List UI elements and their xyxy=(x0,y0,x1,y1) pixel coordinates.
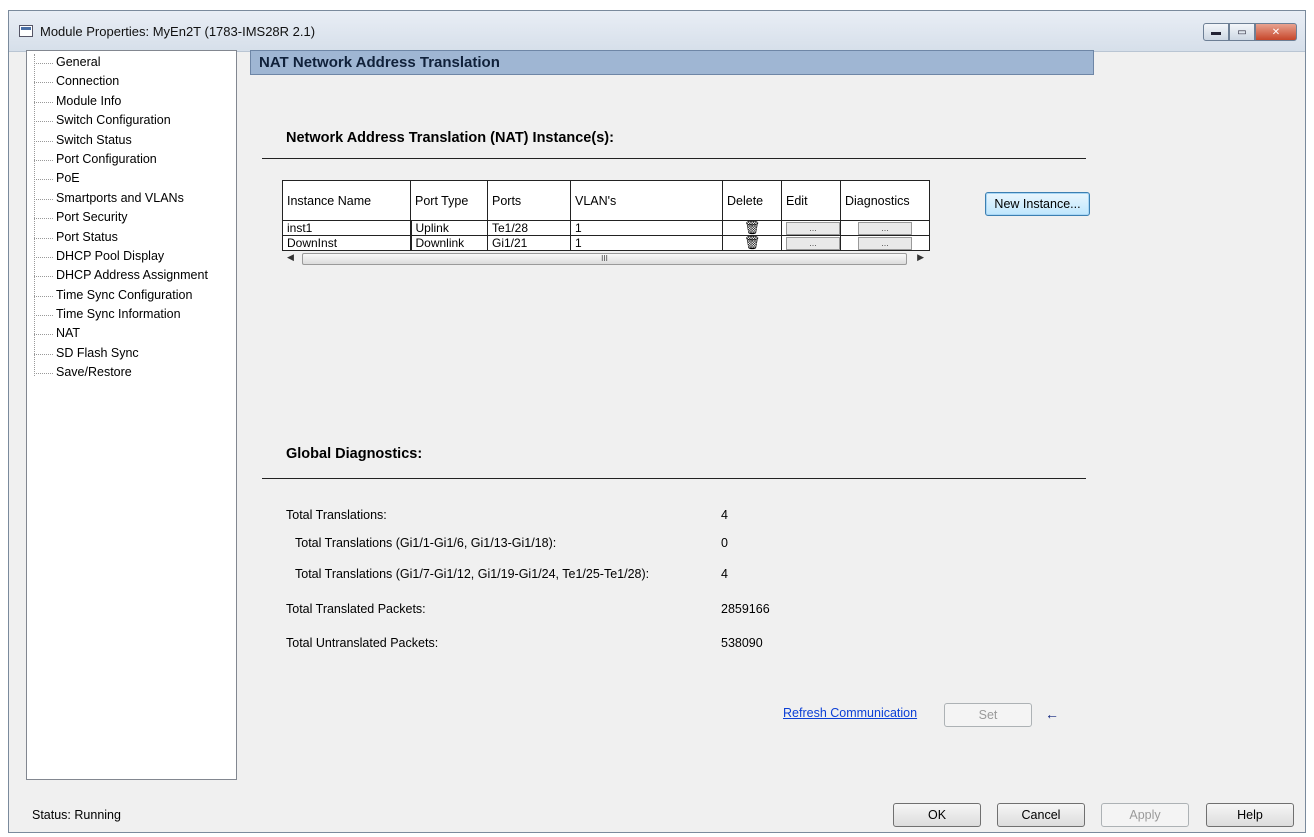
new-instance-button[interactable]: New Instance... xyxy=(985,192,1090,216)
window-app-icon xyxy=(19,25,33,37)
total-translations-group-a-label: Total Translations (Gi1/1-Gi1/6, Gi1/13-… xyxy=(295,536,557,550)
table-horizontal-scrollbar[interactable]: ◀ III ▶ xyxy=(282,251,929,267)
nat-instances-table: Instance Name Port Type Ports VLAN's Del… xyxy=(282,180,930,267)
tree-item-time-sync-information[interactable]: Time Sync Information xyxy=(27,305,236,324)
page-header: NAT Network Address Translation xyxy=(250,50,1094,75)
diagnostics-button[interactable]: ... xyxy=(858,221,912,235)
tree-item-save-restore[interactable]: Save/Restore xyxy=(27,363,236,382)
instances-divider xyxy=(262,158,1086,159)
cell-diagnostics: ... xyxy=(840,235,930,251)
tree-item-port-security[interactable]: Port Security xyxy=(27,208,236,227)
trash-icon[interactable]: 🗑 xyxy=(727,221,777,234)
untranslated-packets-value: 538090 xyxy=(721,636,763,650)
set-button[interactable]: Set xyxy=(944,703,1032,727)
status-text: Status: Running xyxy=(32,808,121,822)
tree-item-time-sync-configuration[interactable]: Time Sync Configuration xyxy=(27,286,236,305)
cell-delete: 🗑 xyxy=(722,235,782,251)
col-header-ports[interactable]: Ports xyxy=(487,180,571,221)
close-button[interactable]: ✕ xyxy=(1255,23,1297,41)
tree-item-module-info[interactable]: Module Info xyxy=(27,92,236,111)
translated-packets-value: 2859166 xyxy=(721,602,770,616)
global-diagnostics-title: Global Diagnostics: xyxy=(286,446,423,462)
tree-item-connection[interactable]: Connection xyxy=(27,72,236,91)
col-header-vlans[interactable]: VLAN's xyxy=(570,180,723,221)
category-tree: General Connection Module Info Switch Co… xyxy=(26,50,237,780)
help-button[interactable]: Help xyxy=(1206,803,1294,827)
tree-item-smartports-vlans[interactable]: Smartports and VLANs xyxy=(27,189,236,208)
tree-item-switch-status[interactable]: Switch Status xyxy=(27,131,236,150)
col-header-instance-name[interactable]: Instance Name xyxy=(282,180,411,221)
tree-item-port-configuration[interactable]: Port Configuration xyxy=(27,150,236,169)
edit-button[interactable]: ... xyxy=(786,221,840,235)
refresh-communication-link[interactable]: Refresh Communication xyxy=(783,706,917,720)
table-row[interactable]: inst1 Uplink Te1/28 1 🗑 ... ... xyxy=(282,220,930,236)
untranslated-packets-label: Total Untranslated Packets: xyxy=(286,636,439,650)
tree-item-dhcp-address-assignment[interactable]: DHCP Address Assignment xyxy=(27,266,236,285)
window-controls: ▬ ▭ ✕ xyxy=(1203,23,1297,41)
maximize-button[interactable]: ▭ xyxy=(1229,23,1255,41)
cell-port-type: Uplink xyxy=(410,220,488,236)
instances-section-title: Network Address Translation (NAT) Instan… xyxy=(286,130,614,146)
total-translations-label: Total Translations: xyxy=(286,508,387,522)
trash-icon[interactable]: 🗑 xyxy=(727,236,777,249)
tree-item-dhcp-pool-display[interactable]: DHCP Pool Display xyxy=(27,247,236,266)
ok-button[interactable]: OK xyxy=(893,803,981,827)
cell-ports: Te1/28 xyxy=(487,220,571,236)
cell-port-type: Downlink xyxy=(410,235,488,251)
tree-item-general[interactable]: General xyxy=(27,53,236,72)
minimize-button[interactable]: ▬ xyxy=(1203,23,1229,41)
tree-item-port-status[interactable]: Port Status xyxy=(27,228,236,247)
diagnostics-button[interactable]: ... xyxy=(858,236,912,250)
cell-diagnostics: ... xyxy=(840,220,930,236)
global-diagnostics-divider xyxy=(262,478,1086,479)
cell-edit: ... xyxy=(781,220,841,236)
title-bar: Module Properties: MyEn2T (1783-IMS28R 2… xyxy=(9,11,1305,52)
tree-item-poe[interactable]: PoE xyxy=(27,169,236,188)
cell-instance-name[interactable]: DownInst xyxy=(282,235,412,251)
cell-ports: Gi1/21 xyxy=(487,235,571,251)
cancel-button[interactable]: Cancel xyxy=(997,803,1085,827)
back-arrow-icon: ← xyxy=(1045,706,1059,722)
total-translations-group-b-value: 4 xyxy=(721,567,728,581)
cell-instance-name[interactable]: inst1 xyxy=(282,220,412,236)
cell-edit: ... xyxy=(781,235,841,251)
apply-button[interactable]: Apply xyxy=(1101,803,1189,827)
scroll-right-icon[interactable]: ▶ xyxy=(917,252,924,263)
cell-vlans: 1 xyxy=(570,235,723,251)
edit-button[interactable]: ... xyxy=(786,236,840,250)
scrollbar-thumb[interactable]: III xyxy=(302,253,907,265)
col-header-edit[interactable]: Edit xyxy=(781,180,841,221)
total-translations-group-a-value: 0 xyxy=(721,536,728,550)
window-title: Module Properties: MyEn2T (1783-IMS28R 2… xyxy=(40,24,316,39)
tree-item-switch-configuration[interactable]: Switch Configuration xyxy=(27,111,236,130)
col-header-delete[interactable]: Delete xyxy=(722,180,782,221)
translated-packets-label: Total Translated Packets: xyxy=(286,602,426,616)
col-header-port-type[interactable]: Port Type xyxy=(410,180,488,221)
table-header-row: Instance Name Port Type Ports VLAN's Del… xyxy=(282,180,930,221)
tree-item-sd-flash-sync[interactable]: SD Flash Sync xyxy=(27,344,236,363)
cell-delete: 🗑 xyxy=(722,220,782,236)
col-header-diagnostics[interactable]: Diagnostics xyxy=(840,180,930,221)
scroll-left-icon[interactable]: ◀ xyxy=(287,252,294,263)
total-translations-value: 4 xyxy=(721,508,728,522)
cell-vlans: 1 xyxy=(570,220,723,236)
table-row[interactable]: DownInst Downlink Gi1/21 1 🗑 ... ... xyxy=(282,235,930,251)
tree-item-nat[interactable]: NAT xyxy=(27,324,236,343)
total-translations-group-b-label: Total Translations (Gi1/7-Gi1/12, Gi1/19… xyxy=(295,567,650,581)
